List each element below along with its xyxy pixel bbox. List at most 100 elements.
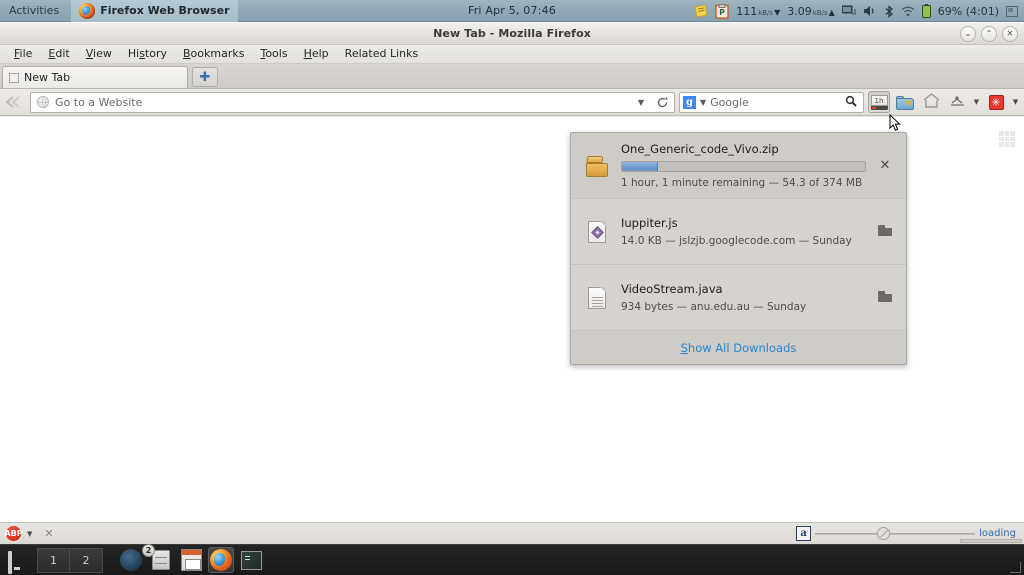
app-menu-label: Firefox Web Browser xyxy=(100,4,230,17)
activities-button[interactable]: Activities xyxy=(0,0,71,22)
downloads-panel: One_Generic_code_Vivo.zip 1 hour, 1 minu… xyxy=(570,132,907,365)
upload-rate-value: 3.09 xyxy=(787,4,812,18)
workspace-2[interactable]: 2 xyxy=(70,548,102,572)
tabbar: New Tab ✚ xyxy=(0,64,1024,89)
download-item[interactable]: One_Generic_code_Vivo.zip 1 hour, 1 minu… xyxy=(571,133,906,199)
task-launchers: 2 xyxy=(118,544,264,573)
download-item[interactable]: Iuppiter.js 14.0 KB — jslzjb.googlecode.… xyxy=(571,199,906,265)
system-menu-icon[interactable] xyxy=(1006,5,1018,17)
show-desktop-button[interactable] xyxy=(4,548,30,574)
download-item[interactable]: VideoStream.java 934 bytes — anu.edu.au … xyxy=(571,265,906,331)
menu-help[interactable]: Help xyxy=(296,45,337,63)
plugin-button[interactable] xyxy=(946,91,968,113)
chevron-down-icon[interactable]: ▼ xyxy=(700,98,706,107)
menu-related-links[interactable]: Related Links xyxy=(337,45,427,63)
home-icon xyxy=(923,92,940,112)
download-info: One_Generic_code_Vivo.zip 1 hour, 1 minu… xyxy=(621,142,866,189)
open-folder-button[interactable] xyxy=(876,224,894,239)
chevron-down-icon[interactable]: ▼ xyxy=(634,98,648,107)
firefox-window: New Tab - Mozilla Firefox ⌄ ⌃ ✕ File Edi… xyxy=(0,22,1024,544)
status-bar: ABP ▼ ✕ a loading xyxy=(0,522,1024,544)
downloads-panel-footer: Show All Downloads xyxy=(571,331,906,364)
bluetooth-icon[interactable] xyxy=(884,4,894,18)
tab-new-tab[interactable]: New Tab xyxy=(2,66,188,88)
back-arrow-icon[interactable] xyxy=(4,92,26,113)
bookmarks-folder-star-icon: ★ xyxy=(896,95,914,110)
network-wired-icon[interactable] xyxy=(841,5,856,17)
download-filename: VideoStream.java xyxy=(621,282,723,296)
download-rate-unit: kB/s xyxy=(758,8,774,17)
url-bar[interactable]: Go to a Website ▼ xyxy=(30,91,675,113)
app-menu-button[interactable]: Firefox Web Browser xyxy=(71,0,238,22)
download-info: Iuppiter.js 14.0 KB — jslzjb.googlecode.… xyxy=(621,216,866,247)
download-rate: 111 kB/s ▼ xyxy=(736,5,780,18)
launcher-thunderbird[interactable] xyxy=(118,547,144,573)
close-icon[interactable]: ✕ xyxy=(38,527,53,540)
download-progress-row xyxy=(621,161,866,172)
folder-icon xyxy=(878,290,892,302)
loading-progress-bar xyxy=(960,539,1022,543)
home-button[interactable] xyxy=(920,91,942,113)
adblock-dropdown-icon[interactable]: ▼ xyxy=(27,530,32,538)
plugin-dropdown-icon[interactable]: ▼ xyxy=(972,98,981,106)
no-entry-icon xyxy=(877,527,891,540)
maximize-button[interactable]: ⌃ xyxy=(981,26,997,42)
monitor-icon xyxy=(8,550,26,574)
search-bar[interactable]: g ▼ Google xyxy=(679,91,864,113)
download-arrow-icon: ▼ xyxy=(774,7,781,17)
menu-tools[interactable]: Tools xyxy=(252,45,295,63)
window-titlebar[interactable]: New Tab - Mozilla Firefox ⌄ ⌃ ✕ xyxy=(0,22,1024,45)
resize-grip[interactable] xyxy=(1007,559,1021,573)
google-icon[interactable]: g xyxy=(683,95,696,109)
wifi-icon[interactable] xyxy=(901,6,915,17)
search-input[interactable]: Google xyxy=(710,96,841,109)
impress-icon xyxy=(180,549,202,571)
loading-label: loading xyxy=(979,528,1016,539)
addon-asterisk-icon: ✳ xyxy=(988,94,1004,110)
download-icon: 1h xyxy=(870,94,888,110)
volume-icon[interactable] xyxy=(863,5,877,17)
firefox-icon xyxy=(79,2,96,19)
launcher-firefox[interactable] xyxy=(208,547,234,573)
navigation-toolbar: Go to a Website ▼ g ▼ Google 1h ★ ▼ ✳ ▼ xyxy=(0,89,1024,116)
upload-rate: 3.09 kB/s ▲ xyxy=(787,5,835,18)
menu-edit[interactable]: Edit xyxy=(40,45,77,63)
launcher-terminal[interactable] xyxy=(238,547,264,573)
adblock-plus-icon[interactable]: ABP xyxy=(4,526,23,541)
workspace-1[interactable]: 1 xyxy=(38,548,70,572)
open-folder-button[interactable] xyxy=(876,290,894,305)
download-status: 934 bytes — anu.edu.au — Sunday xyxy=(621,301,807,313)
show-all-downloads-link[interactable]: Show All Downloads xyxy=(681,341,797,355)
menu-bookmarks[interactable]: Bookmarks xyxy=(175,45,252,63)
window-count-badge: 2 xyxy=(142,544,155,557)
close-button[interactable]: ✕ xyxy=(1002,26,1018,42)
launcher-file-manager[interactable]: 2 xyxy=(142,544,174,573)
window-controls: ⌄ ⌃ ✕ xyxy=(960,26,1018,42)
addon-button[interactable]: ✳ xyxy=(985,91,1007,113)
abp-icon[interactable]: a xyxy=(796,526,812,541)
workspace-switcher: 1 2 xyxy=(37,547,103,573)
blank-page-icon xyxy=(9,72,19,83)
new-tab-button[interactable]: ✚ xyxy=(192,67,218,87)
java-file-icon xyxy=(583,286,611,309)
battery-icon[interactable] xyxy=(921,4,931,18)
grid-icon[interactable] xyxy=(999,131,1015,147)
clipboard-icon[interactable]: P xyxy=(715,3,729,19)
download-filename: One_Generic_code_Vivo.zip xyxy=(621,142,779,156)
reload-icon[interactable] xyxy=(654,94,670,110)
downloads-button[interactable]: 1h xyxy=(868,91,890,113)
sticky-note-icon[interactable] xyxy=(694,4,708,18)
magnifier-icon[interactable] xyxy=(845,95,859,110)
addon-dropdown-icon[interactable]: ▼ xyxy=(1011,98,1020,106)
minimize-button[interactable]: ⌄ xyxy=(960,26,976,42)
launcher-libreoffice-impress[interactable] xyxy=(178,547,204,573)
cancel-download-button[interactable]: ✕ xyxy=(876,159,894,172)
url-input[interactable]: Go to a Website xyxy=(55,96,628,109)
bookmarks-button[interactable]: ★ xyxy=(894,91,916,113)
file-cabinet-icon xyxy=(152,550,170,570)
progress-bar xyxy=(621,161,866,172)
menu-history[interactable]: History xyxy=(120,45,175,63)
menu-file[interactable]: File xyxy=(6,45,40,63)
status-slider[interactable] xyxy=(815,526,976,541)
menu-view[interactable]: View xyxy=(78,45,120,63)
